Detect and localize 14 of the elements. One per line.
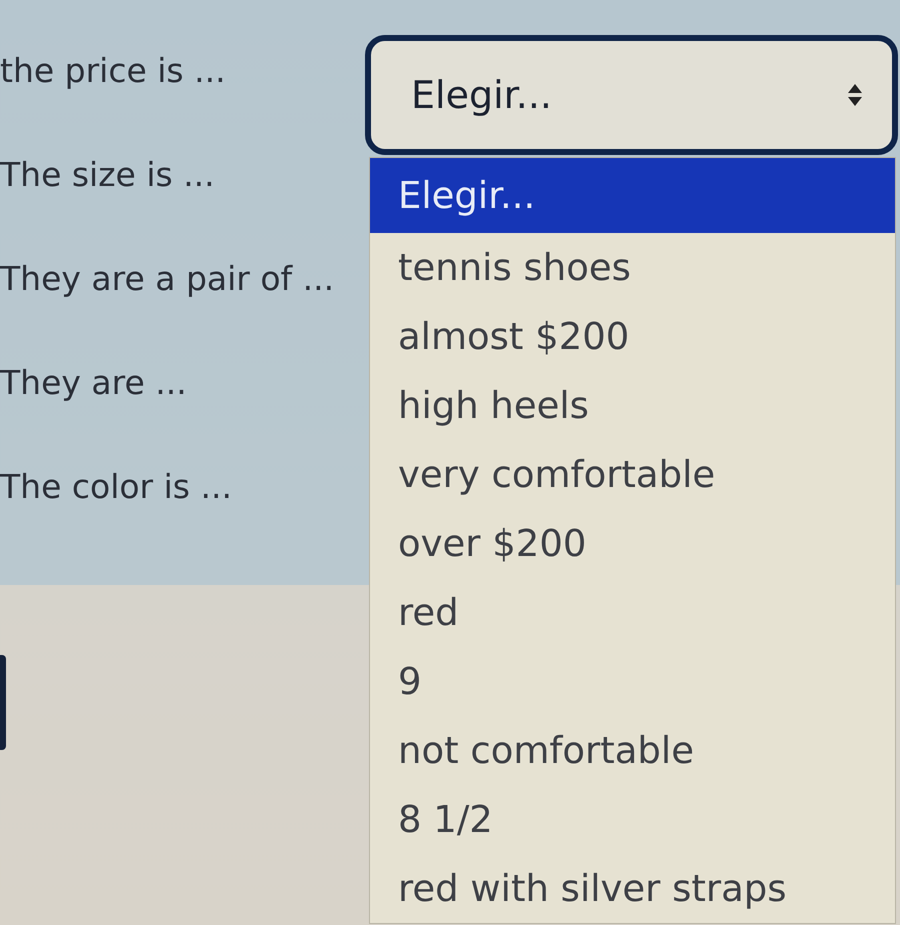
dropdown-option[interactable]: almost $200 bbox=[370, 302, 895, 371]
dropdown-option[interactable]: over $200 bbox=[370, 509, 895, 578]
question-label: the price is ... bbox=[0, 50, 226, 90]
dropdown-option[interactable]: high heels bbox=[370, 371, 895, 440]
dropdown-option[interactable]: very comfortable bbox=[370, 440, 895, 509]
up-down-caret-icon bbox=[848, 84, 862, 106]
select-field[interactable]: Elegir... bbox=[365, 35, 898, 155]
dropdown-option[interactable]: 9 bbox=[370, 647, 895, 716]
dropdown-option[interactable]: Elegir... bbox=[370, 158, 895, 233]
dropdown-option[interactable]: red with silver straps bbox=[370, 854, 895, 923]
dropdown-option[interactable]: red bbox=[370, 578, 895, 647]
dropdown-option[interactable]: not comfortable bbox=[370, 716, 895, 785]
dropdown-option[interactable]: 8 1/2 bbox=[370, 785, 895, 854]
dropdown-option[interactable]: tennis shoes bbox=[370, 233, 895, 302]
